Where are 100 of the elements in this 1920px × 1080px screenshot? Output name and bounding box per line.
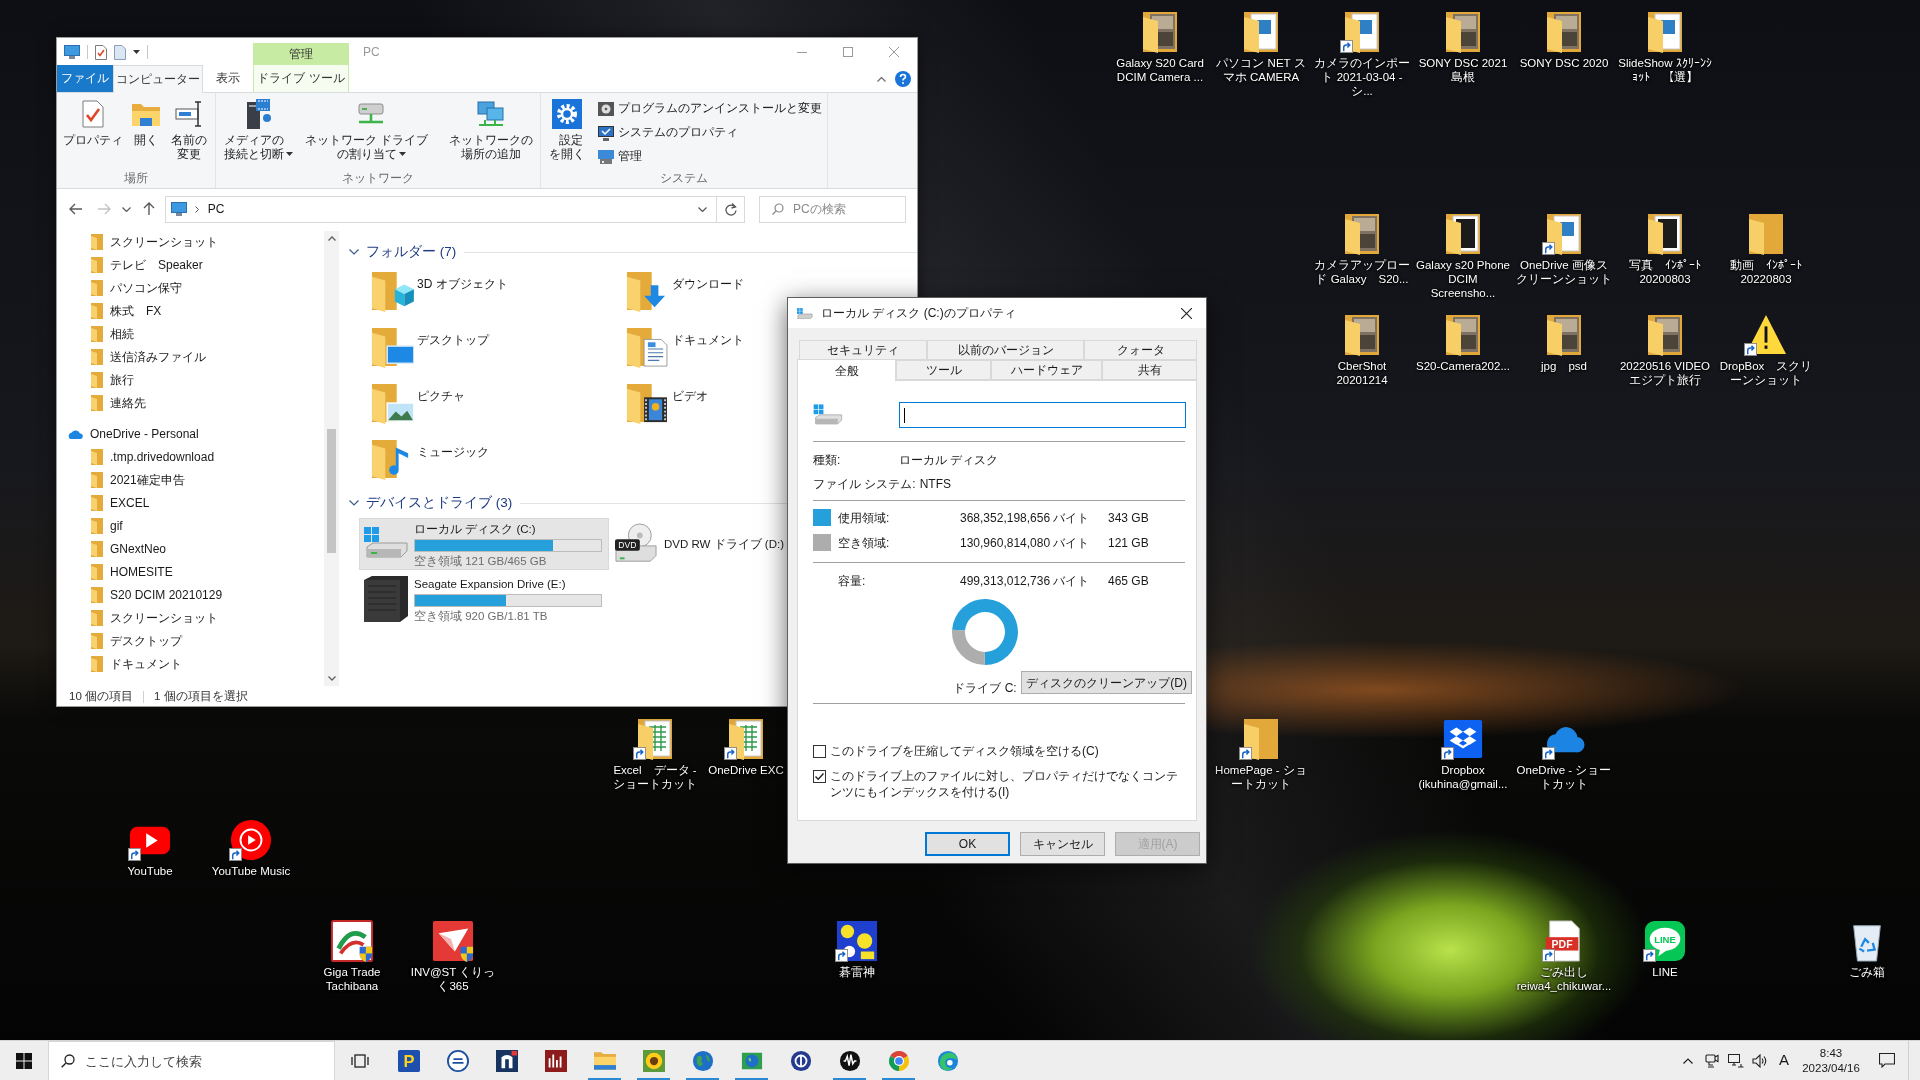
dialog-tab[interactable]: ハードウェア — [991, 360, 1102, 380]
nav-item[interactable]: 連絡先 — [57, 391, 324, 414]
folder-icon — [91, 494, 103, 511]
ribbon-button[interactable]: 名前の変更 — [166, 98, 213, 161]
folder-icon — [91, 655, 103, 672]
checked-document-icon — [82, 100, 104, 128]
ribbon-button[interactable]: ネットワーク ドライブの割り当て — [300, 98, 442, 161]
checked-document-icon[interactable] — [95, 44, 107, 60]
nav-item[interactable]: 送信済みファイル — [57, 345, 324, 368]
refresh-button[interactable] — [717, 195, 745, 223]
cleanup-button[interactable]: ディスクのクリーンアップ(D) — [1021, 671, 1192, 694]
ribbon-button[interactable]: プロパティ — [60, 98, 126, 147]
group-label: システム — [660, 171, 709, 186]
breadcrumb-chevron-icon — [194, 205, 199, 213]
nav-item[interactable]: gif — [57, 514, 324, 537]
ribbon-small-button[interactable]: プログラムのアンインストールと変更 — [596, 98, 825, 120]
folder-icon — [91, 256, 103, 273]
hard-drive-icon — [797, 307, 813, 319]
ribbon-button[interactable]: 設定を開く — [544, 98, 590, 161]
nav-item[interactable]: 株式 FX — [57, 299, 324, 322]
ribbon-tab[interactable]: 表示 — [203, 65, 253, 92]
nav-item[interactable]: HOMESITE — [57, 560, 324, 583]
nav-item[interactable]: 相続 — [57, 322, 324, 345]
taskbar-app-button[interactable]: P — [384, 1041, 433, 1080]
nav-item[interactable]: .tmp.drivedownload — [57, 445, 324, 468]
drive-item[interactable]: Seagate Expansion Drive (E:) 空き領域 920 GB/1.81 TB — [359, 573, 609, 625]
settings-icon — [551, 99, 582, 129]
folder-item[interactable]: ビデオ — [623, 382, 863, 438]
ribbon-button[interactable]: ネットワークの場所の追加 — [445, 98, 538, 161]
nav-item[interactable]: パソコン保守 — [57, 276, 324, 299]
scrollbar[interactable] — [324, 231, 339, 686]
computer-icon[interactable] — [64, 45, 80, 59]
address-bar[interactable]: PC — [164, 195, 718, 223]
dialog-button[interactable]: OK — [925, 832, 1010, 856]
folder-icon — [91, 471, 103, 488]
usage-label: 使用領域: — [838, 509, 891, 527]
folder-item[interactable]: ミュージック — [368, 438, 608, 494]
ribbon-small-button[interactable]: 管理 — [596, 146, 825, 168]
search-field[interactable]: PCの検索 — [759, 195, 906, 223]
nav-item[interactable]: S20 DCIM 20210129 — [57, 583, 324, 606]
folder-item[interactable]: デスクトップ — [368, 326, 608, 382]
drive-item[interactable]: ローカル ディスク (C:) 空き領域 121 GB/465 GB — [359, 518, 609, 570]
nav-item[interactable]: EXCEL — [57, 491, 324, 514]
status-text: 1 個の項目を選択 — [154, 689, 248, 705]
ribbon-tab[interactable]: コンピューター — [113, 65, 203, 93]
ribbon-button[interactable]: メディアの接続と切断 — [219, 98, 298, 161]
external-drive-icon — [362, 576, 410, 622]
dialog-tab[interactable]: 共有 — [1102, 360, 1197, 380]
field-value: ローカル ディスク — [899, 452, 999, 469]
document-icon[interactable] — [114, 44, 126, 60]
usage-label: 空き領域: — [838, 534, 891, 552]
dialog-tab[interactable]: セキュリティ — [799, 340, 927, 360]
photo-folder-icon — [1648, 314, 1682, 356]
nav-item[interactable]: 2021確定申告 — [57, 468, 324, 491]
nav-item[interactable]: デスクトップ — [57, 629, 324, 652]
photo-folder-icon — [1446, 11, 1480, 53]
folder-icon — [91, 325, 103, 342]
capacity-label: 容量: — [838, 573, 867, 590]
ime-button[interactable]: A — [1772, 1041, 1796, 1080]
dialog-tab[interactable]: 以前のバージョン — [927, 340, 1084, 360]
scroll-up-icon[interactable] — [327, 236, 336, 241]
ribbon-tab[interactable]: ファイル — [57, 65, 113, 92]
checkbox[interactable] — [813, 745, 826, 758]
chevron-down-icon[interactable] — [698, 206, 708, 212]
nav-item[interactable]: OneDrive - Personal — [57, 422, 324, 445]
text-field-icon — [175, 101, 204, 127]
photo-folder-icon — [1345, 314, 1379, 356]
nav-item[interactable]: スクリーンショット — [57, 606, 324, 629]
dialog-tab[interactable]: 全般 — [797, 359, 896, 381]
ribbon-tab[interactable]: ドライブ ツール — [253, 65, 349, 92]
chevron-down-icon[interactable] — [349, 500, 359, 506]
maximize-icon — [843, 47, 853, 57]
scrollbar-thumb[interactable] — [327, 429, 336, 553]
nav-item[interactable]: スクリーンショット — [57, 230, 324, 253]
size-value: 465 GB — [1108, 573, 1149, 590]
up-arrow-icon — [142, 202, 155, 216]
name-field[interactable] — [899, 402, 1186, 428]
scroll-down-icon[interactable] — [327, 676, 336, 681]
ribbon-button[interactable]: 開く — [129, 98, 163, 147]
folder-icon — [1648, 213, 1682, 255]
chevron-up-icon[interactable] — [877, 76, 886, 82]
help-icon[interactable] — [895, 71, 911, 87]
size-value: 121 GB — [1108, 534, 1149, 552]
folder-item[interactable]: 3D オブジェクト — [368, 270, 608, 326]
search-field[interactable]: ここに入力して検索 — [48, 1041, 335, 1080]
chevron-down-icon[interactable] — [349, 249, 359, 255]
folder-item[interactable]: ピクチャ — [368, 382, 608, 438]
dialog-tab[interactable]: ツール — [896, 360, 991, 380]
dialog-tab[interactable]: クォータ — [1084, 340, 1197, 360]
folder-icon — [91, 563, 103, 580]
photo-folder-icon — [1345, 213, 1379, 255]
nav-item[interactable]: ドキュメント — [57, 652, 324, 675]
nav-item[interactable]: 旅行 — [57, 368, 324, 391]
checkbox[interactable] — [813, 770, 826, 783]
dialog-button[interactable]: キャンセル — [1020, 832, 1105, 856]
back-arrow-icon — [68, 203, 83, 215]
ribbon-small-button[interactable]: システムのプロパティ — [596, 122, 825, 144]
nav-item[interactable]: GNextNeo — [57, 537, 324, 560]
nav-item[interactable]: テレビ Speaker — [57, 253, 324, 276]
clock[interactable]: 8:43 2023/04/16 — [1796, 1041, 1866, 1080]
